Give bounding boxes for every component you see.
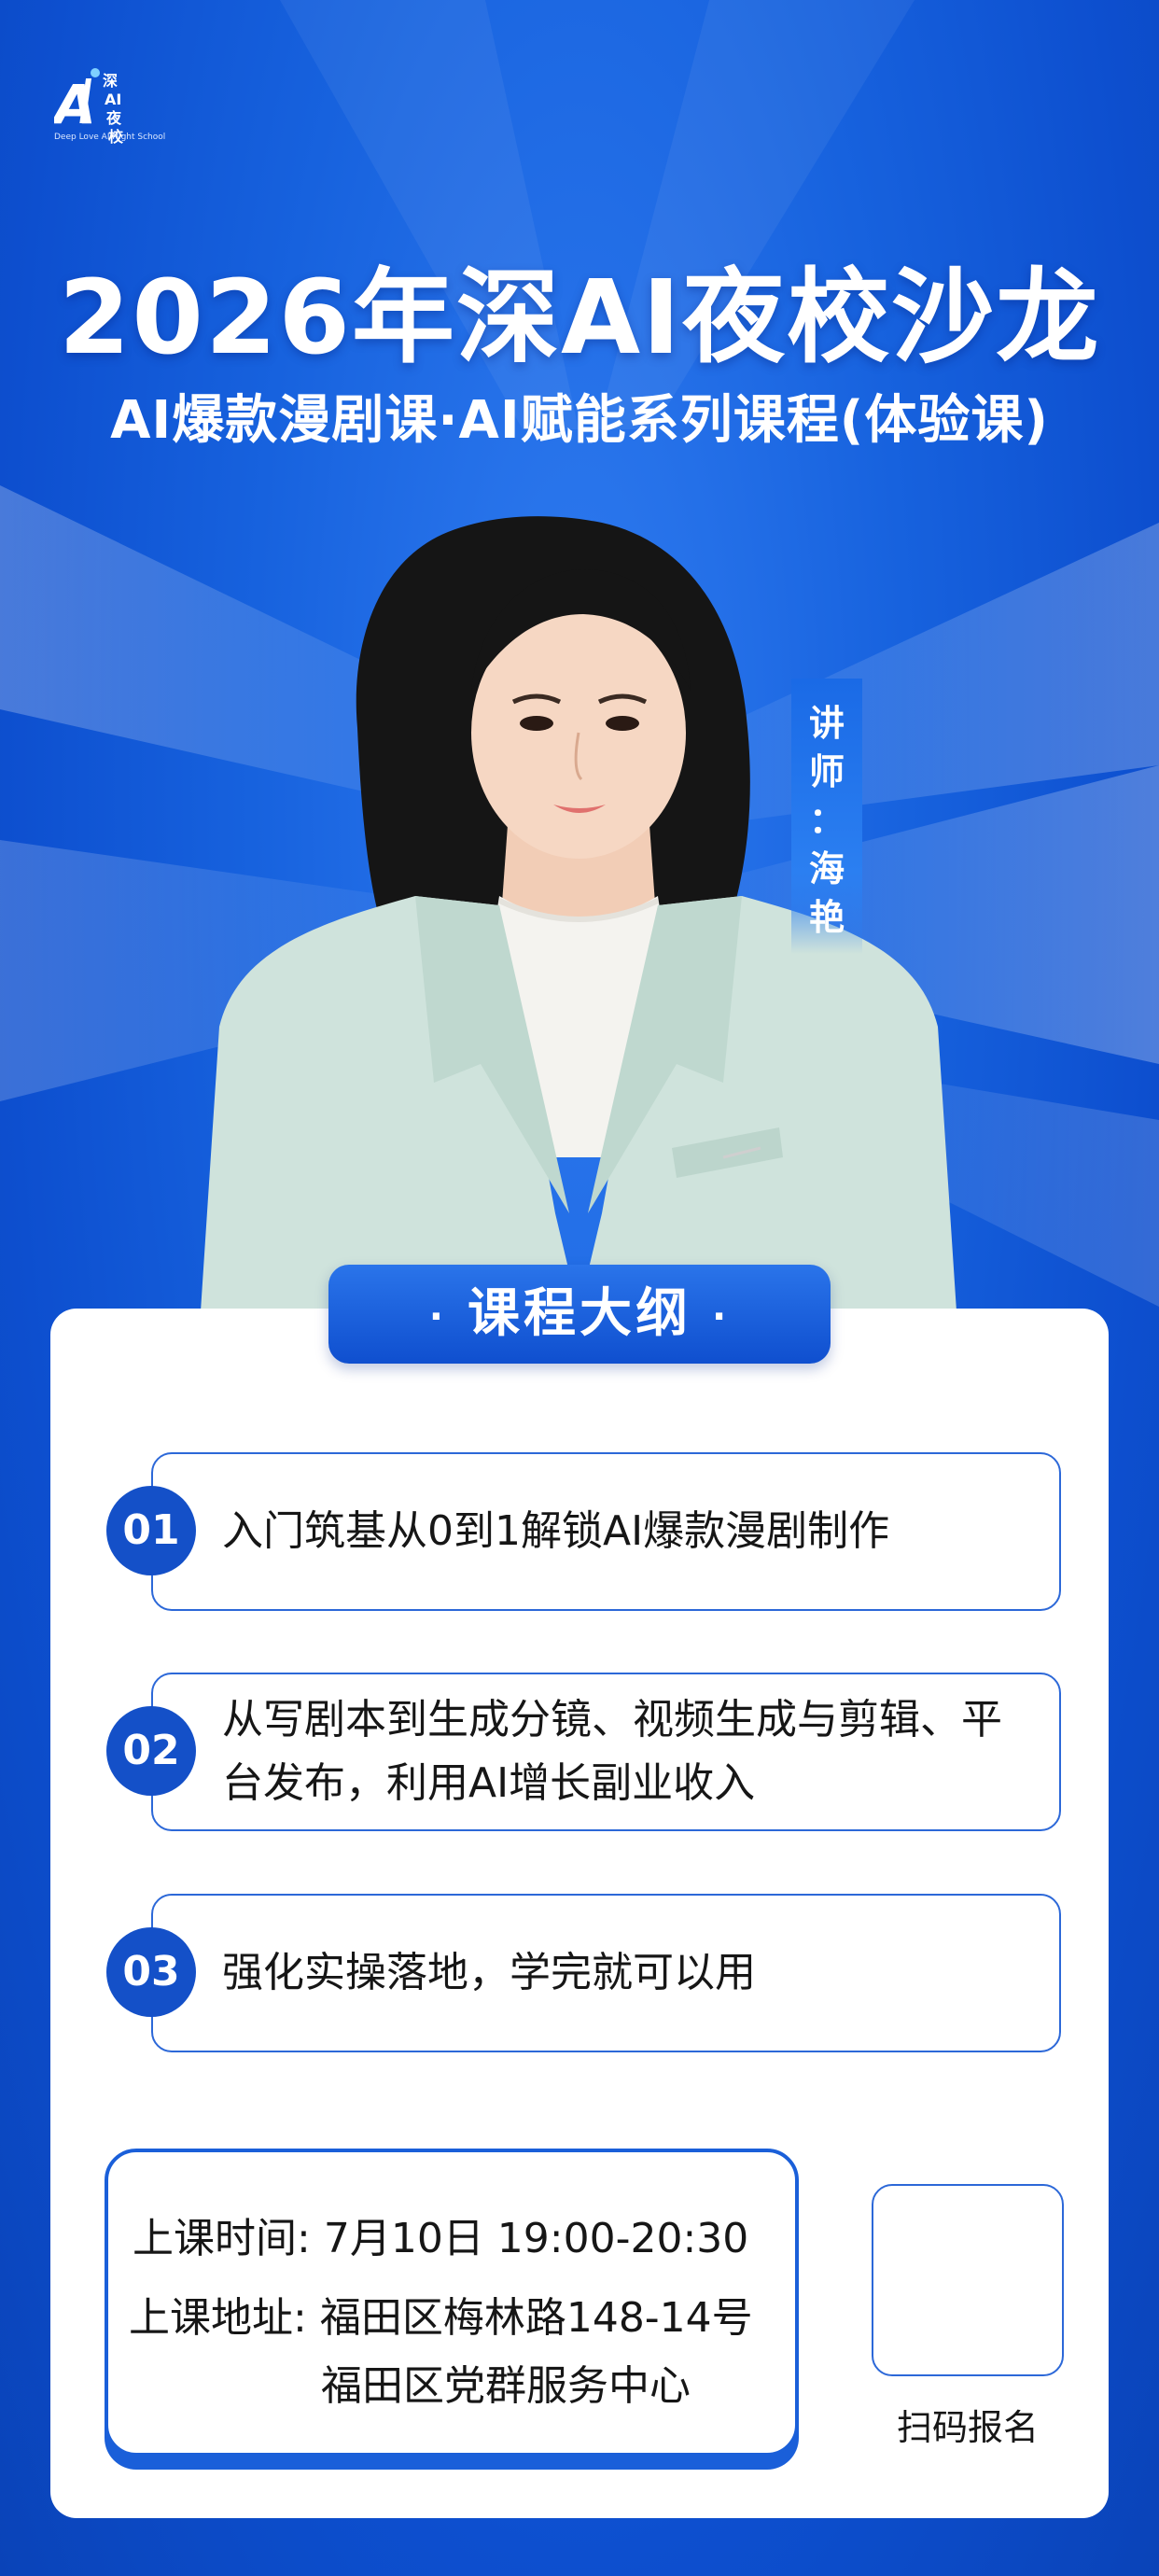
class-time-label: 上课时间: xyxy=(133,2215,311,2262)
instructor-tag-char: 艳 xyxy=(808,897,845,938)
outline-item: 从写剧本到生成分镜、视频生成与剪辑、平台发布，利用AI增长副业收入 xyxy=(151,1673,1061,1831)
outline-item-text: 强化实操落地，学完就可以用 xyxy=(222,1949,756,1996)
qr-code-placeholder[interactable] xyxy=(872,2184,1064,2376)
poster: A 深 AI 夜 校 Deep Love AI Night School 202… xyxy=(0,0,1159,2576)
class-time: 上课时间: 7月10日 19:00-20:30 xyxy=(133,2205,748,2264)
instructor-tag-char: 海 xyxy=(808,848,845,889)
class-address-label: 上课地址: xyxy=(129,2294,307,2342)
page-subtitle: AI爆款漫剧课·AI赋能系列课程(体验课) xyxy=(110,390,1049,451)
heading-dot-right: · xyxy=(712,1295,731,1338)
outline-item: 入门筑基从0到1解锁AI爆款漫剧制作 xyxy=(151,1452,1061,1611)
instructor-tag-char: ： xyxy=(808,800,845,841)
outline-item-text: 入门筑基从0到1解锁AI爆款漫剧制作 xyxy=(222,1507,890,1555)
instructor-tag-char: 讲 xyxy=(808,703,845,744)
svg-text:深: 深 xyxy=(103,72,118,90)
instructor-tag-char: 师 xyxy=(808,751,845,792)
class-address: 上课地址: 福田区梅林路148-14号 xyxy=(129,2284,753,2344)
svg-text:AI: AI xyxy=(105,91,121,108)
svg-text:夜: 夜 xyxy=(105,109,122,127)
outline-heading: 课程大纲 xyxy=(468,1283,691,1344)
outline-item-number: 02 xyxy=(106,1706,196,1796)
outline-item-text: 从写剧本到生成分镜、视频生成与剪辑、平台发布，利用AI增长副业收入 xyxy=(222,1696,1002,1807)
outline-heading-pill: · 课程大纲 · xyxy=(328,1265,831,1364)
outline-item-number: 01 xyxy=(106,1486,196,1575)
outline-item-number: 03 xyxy=(106,1927,196,2017)
class-address-line1: 福田区梅林路148-14号 xyxy=(319,2294,753,2342)
outline-item: 强化实操落地，学完就可以用 xyxy=(151,1894,1061,2052)
page-title: 2026年深AI夜校沙龙 xyxy=(58,258,1101,377)
qr-code-label: 扫码报名 xyxy=(896,2407,1039,2448)
class-address-line2: 福田区党群服务中心 xyxy=(321,2362,691,2410)
instructor-name-tag: 讲 师 ： 海 艳 xyxy=(791,679,862,954)
class-time-value: 7月10日 19:00-20:30 xyxy=(323,2215,749,2262)
logo-tagline: Deep Love AI Night School xyxy=(54,133,166,142)
heading-dot-left: · xyxy=(428,1295,447,1338)
